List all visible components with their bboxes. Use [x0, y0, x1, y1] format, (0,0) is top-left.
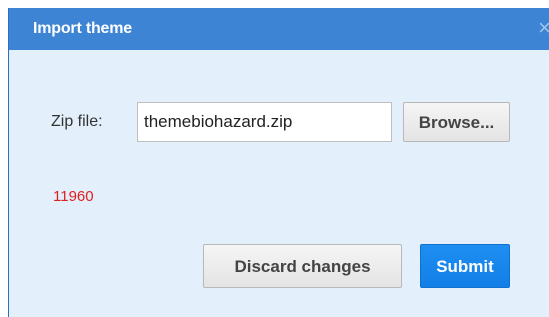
zip-file-input[interactable]: [137, 102, 392, 142]
discard-changes-button[interactable]: Discard changes: [203, 244, 402, 288]
error-code-text: 11960: [53, 188, 94, 205]
dialog-titlebar: Import theme ×: [9, 8, 549, 50]
import-theme-dialog: Import theme × Zip file: Browse... 11960…: [8, 8, 549, 317]
browse-button[interactable]: Browse...: [403, 102, 510, 142]
dialog-title: Import theme: [33, 20, 132, 37]
close-icon[interactable]: ×: [538, 17, 549, 39]
submit-button[interactable]: Submit: [420, 244, 510, 288]
zip-file-label: Zip file:: [51, 113, 103, 130]
